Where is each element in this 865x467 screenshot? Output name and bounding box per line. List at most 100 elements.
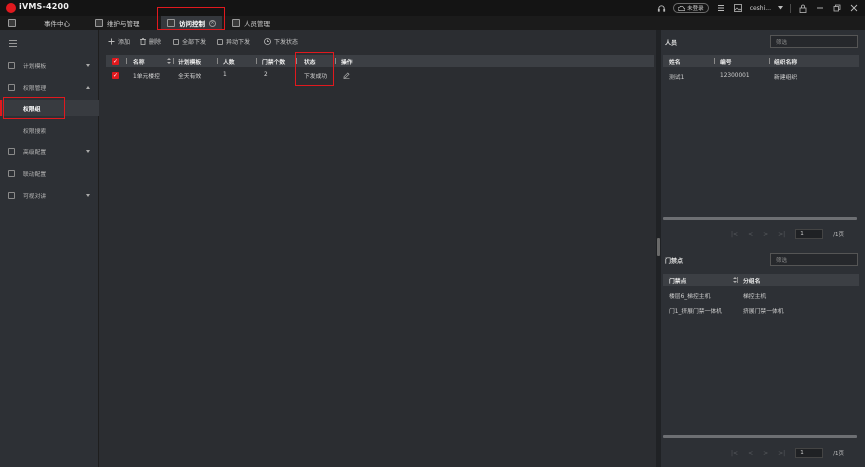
column-separator	[173, 58, 174, 64]
sidebar-item-permission-management[interactable]: 权限管理	[0, 80, 99, 94]
close-icon[interactable]	[849, 3, 859, 13]
apply-changes-label: 异动下发	[226, 39, 251, 46]
prev-page-icon[interactable]: <	[748, 231, 753, 238]
edit-icon[interactable]	[343, 69, 350, 81]
access-control-icon	[167, 19, 175, 27]
tab-access-control[interactable]: 访问控制 ×	[161, 16, 222, 30]
cell-name: 1单元楼控	[133, 73, 160, 80]
add-button[interactable]: 添加	[108, 37, 130, 46]
tab-access-control-label: 访问控制	[179, 20, 205, 28]
last-page-icon[interactable]: >|	[778, 450, 785, 457]
divider	[790, 3, 791, 13]
image-icon[interactable]	[733, 3, 743, 13]
logo-icon	[6, 3, 16, 13]
menu-list-icon[interactable]	[716, 3, 726, 13]
apply-changes-button[interactable]: 异动下发	[217, 37, 250, 46]
select-all-checkbox[interactable]: ✓	[112, 57, 119, 65]
apply-all-label: 全部下发	[182, 39, 207, 46]
trash-icon	[140, 38, 146, 45]
page-number-input[interactable]: 1	[795, 229, 824, 239]
login-status-badge[interactable]: 未登录	[673, 3, 709, 13]
cell-person-id: 12300001	[720, 73, 750, 79]
column-header-label: 状态	[304, 59, 316, 66]
column-header-id[interactable]: 编号	[720, 55, 732, 67]
apply-status-button[interactable]: 下发状态	[264, 37, 298, 46]
sidebar-item-permission-group[interactable]: 权限组	[0, 100, 99, 116]
table-row[interactable]: 门1_挤展门禁一体机 挤展门禁一体机	[663, 304, 859, 316]
tab-maintenance[interactable]: 维护与管理	[95, 16, 140, 30]
prev-page-icon[interactable]: <	[748, 450, 753, 457]
tab-maintenance-label: 维护与管理	[107, 20, 140, 28]
next-page-icon[interactable]: >	[763, 450, 768, 457]
tab-event-center[interactable]: 事件中心	[30, 16, 70, 30]
doors-pagination: |< < > >| 1 /1页	[731, 448, 859, 458]
delete-button[interactable]: 删除	[140, 37, 161, 46]
persons-panel-title: 人员	[665, 40, 678, 47]
sidebar-item-schedule-template[interactable]: 计划模板	[0, 58, 99, 72]
column-header-people[interactable]: 人数	[223, 55, 235, 67]
chevron-down-icon	[86, 149, 90, 153]
horizontal-scrollbar[interactable]	[663, 435, 857, 438]
tab-person-management[interactable]: 人员管理	[232, 16, 270, 30]
cell-people: 1	[223, 72, 227, 78]
sidebar-item-linkage-config[interactable]: 联动配置	[0, 166, 99, 180]
hamburger-icon[interactable]	[9, 40, 17, 47]
column-header-group[interactable]: 分组名	[743, 274, 760, 286]
last-page-icon[interactable]: >|	[778, 231, 785, 238]
table-row[interactable]: ✓ 1单元楼控 全天有效 1 2 下发成功	[106, 69, 654, 81]
column-header-status[interactable]: 状态	[304, 55, 316, 67]
cell-group: 挤展门禁一体机	[743, 308, 784, 315]
next-page-icon[interactable]: >	[763, 231, 768, 238]
sidebar-item-advanced-config[interactable]: 高级配置	[0, 144, 99, 158]
column-header-label: 计划模板	[178, 59, 202, 66]
column-header-label: 名称	[133, 59, 145, 66]
column-header-name[interactable]: 名称	[133, 55, 171, 67]
chevron-down-icon	[86, 193, 90, 197]
table-row[interactable]: 楼层6_梯控主机 梯控主机	[663, 289, 859, 301]
column-header-name[interactable]: 姓名	[669, 55, 681, 67]
minimize-icon[interactable]	[815, 3, 825, 13]
login-status-label: 未登录	[687, 6, 704, 12]
apply-all-icon	[173, 38, 179, 45]
persons-search-input[interactable]: 筛选	[770, 35, 858, 48]
title-bar-controls: 未登录 ceshi...	[656, 2, 859, 14]
column-header-label: 门禁个数	[262, 59, 286, 66]
sort-icon[interactable]	[166, 58, 171, 64]
first-page-icon[interactable]: |<	[731, 450, 738, 457]
column-separator	[737, 277, 738, 283]
table-row[interactable]: 测试1 12300001 新建组织	[663, 70, 859, 82]
headset-icon[interactable]	[656, 3, 666, 13]
horizontal-scrollbar[interactable]	[663, 217, 857, 220]
column-header-door[interactable]: 门禁点	[669, 274, 686, 286]
column-header-template[interactable]: 计划模板	[178, 55, 201, 67]
intercom-icon	[8, 191, 15, 199]
apply-all-button[interactable]: 全部下发	[173, 37, 206, 46]
doors-search-input[interactable]: 筛选	[770, 253, 858, 266]
chevron-down-icon[interactable]	[778, 6, 783, 10]
home-tab[interactable]	[8, 16, 16, 30]
lock-icon[interactable]	[798, 3, 808, 13]
sidebar-item-permission-search[interactable]: 权限搜索	[0, 122, 99, 138]
row-checkbox[interactable]: ✓	[112, 71, 119, 79]
tab-person-management-label: 人员管理	[244, 20, 270, 28]
restore-icon[interactable]	[832, 3, 842, 13]
sidebar-item-label: 权限管理	[23, 85, 47, 92]
persons-pagination: |< < > >| 1 /1页	[731, 229, 859, 239]
user-name[interactable]: ceshi...	[750, 5, 771, 12]
app-title: iVMS-4200	[19, 2, 70, 11]
maintenance-icon	[95, 19, 103, 27]
cloud-icon	[678, 5, 686, 11]
tab-close-icon[interactable]: ×	[209, 19, 216, 27]
active-indicator	[0, 100, 2, 116]
cell-door: 楼层6_梯控主机	[669, 293, 711, 300]
chevron-down-icon	[86, 63, 90, 67]
page-number-input[interactable]: 1	[795, 448, 824, 458]
column-header-doors[interactable]: 门禁个数	[262, 55, 285, 67]
splitter-handle[interactable]	[657, 238, 660, 256]
column-separator	[296, 58, 297, 64]
sidebar-item-label: 联动配置	[23, 171, 47, 178]
column-header-org[interactable]: 组织名称	[774, 55, 797, 67]
first-page-icon[interactable]: |<	[731, 231, 738, 238]
sidebar-item-video-intercom[interactable]: 可视对讲	[0, 188, 99, 202]
sidebar-item-label: 高级配置	[23, 149, 47, 156]
